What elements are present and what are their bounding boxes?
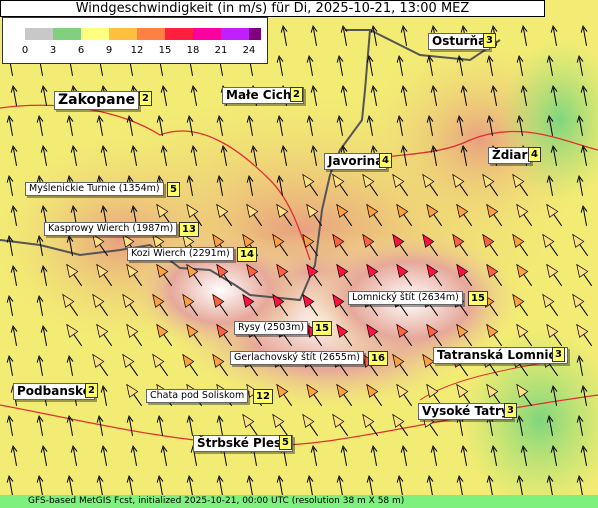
wind-speed-value: 4: [528, 147, 541, 162]
legend-swatch: [165, 28, 193, 40]
legend-tick-label: 3: [49, 45, 57, 56]
wind-speed-value: 3: [483, 33, 496, 48]
legend-swatch: [137, 28, 165, 40]
legend-tick-label: 24: [242, 45, 256, 56]
place-label: Vysoké Tatry: [418, 403, 513, 420]
place-label: Kozi Wierch (2291m): [127, 247, 234, 261]
place-label: Zakopane: [54, 91, 140, 110]
wind-speed-value: 2: [139, 91, 152, 106]
map-title: Windgeschwindigkeit (in m/s) für Di, 202…: [0, 0, 545, 17]
place-label: Podbanské: [13, 383, 95, 400]
legend-swatch: [249, 28, 261, 40]
place-label: Myślenickie Turnie (1354m): [25, 182, 164, 196]
legend-tick-label: 12: [130, 45, 144, 56]
legend-tick-label: 0: [21, 45, 29, 56]
wind-speed-value: 3: [552, 347, 565, 362]
legend-tick-label: 15: [158, 45, 172, 56]
wind-legend: 0 3 6 9 12 15 18 21 24: [2, 17, 268, 64]
legend-swatch: [221, 28, 249, 40]
terrain-map: [0, 0, 598, 508]
legend-tick-label: 9: [105, 45, 113, 56]
wind-speed-value: 15: [312, 321, 332, 336]
legend-swatch: [53, 28, 81, 40]
wind-speed-value: 14: [237, 247, 257, 262]
legend-color-bar: [25, 28, 261, 40]
wind-speed-value: 4: [379, 153, 392, 168]
place-label: Gerlachovský štít (2655m): [230, 351, 364, 365]
place-label: Javorina: [324, 153, 388, 170]
legend-swatch: [25, 28, 53, 40]
place-label: Chata pod Soliskom: [146, 389, 249, 403]
place-label: Lomnický štít (2634m): [348, 291, 463, 305]
wind-speed-value: 12: [253, 389, 273, 404]
legend-swatch: [193, 28, 221, 40]
place-label: Osturňa: [428, 33, 491, 50]
legend-tick-label: 6: [77, 45, 85, 56]
wind-speed-value: 2: [290, 87, 303, 102]
legend-swatch: [81, 28, 109, 40]
place-label: Tatranská Lomnica: [433, 347, 568, 364]
legend-tick-label: 21: [214, 45, 228, 56]
legend-swatch: [109, 28, 137, 40]
footer-credit: GFS-based MetGIS Fcst, initialized 2025-…: [0, 495, 598, 508]
wind-speed-value: 5: [279, 435, 292, 450]
place-label: Rysy (2503m): [234, 321, 309, 335]
wind-speed-value: 13: [179, 222, 199, 237]
place-label: Kasprowy Wierch (1987m): [44, 222, 178, 236]
place-label: Ždiar: [488, 147, 532, 164]
wind-speed-value: 5: [167, 182, 180, 197]
legend-tick-label: 18: [186, 45, 200, 56]
wind-speed-value: 16: [368, 351, 388, 366]
wind-speed-value: 15: [468, 291, 488, 306]
wind-speed-value: 2: [85, 383, 98, 398]
wind-speed-value: 3: [504, 403, 517, 418]
